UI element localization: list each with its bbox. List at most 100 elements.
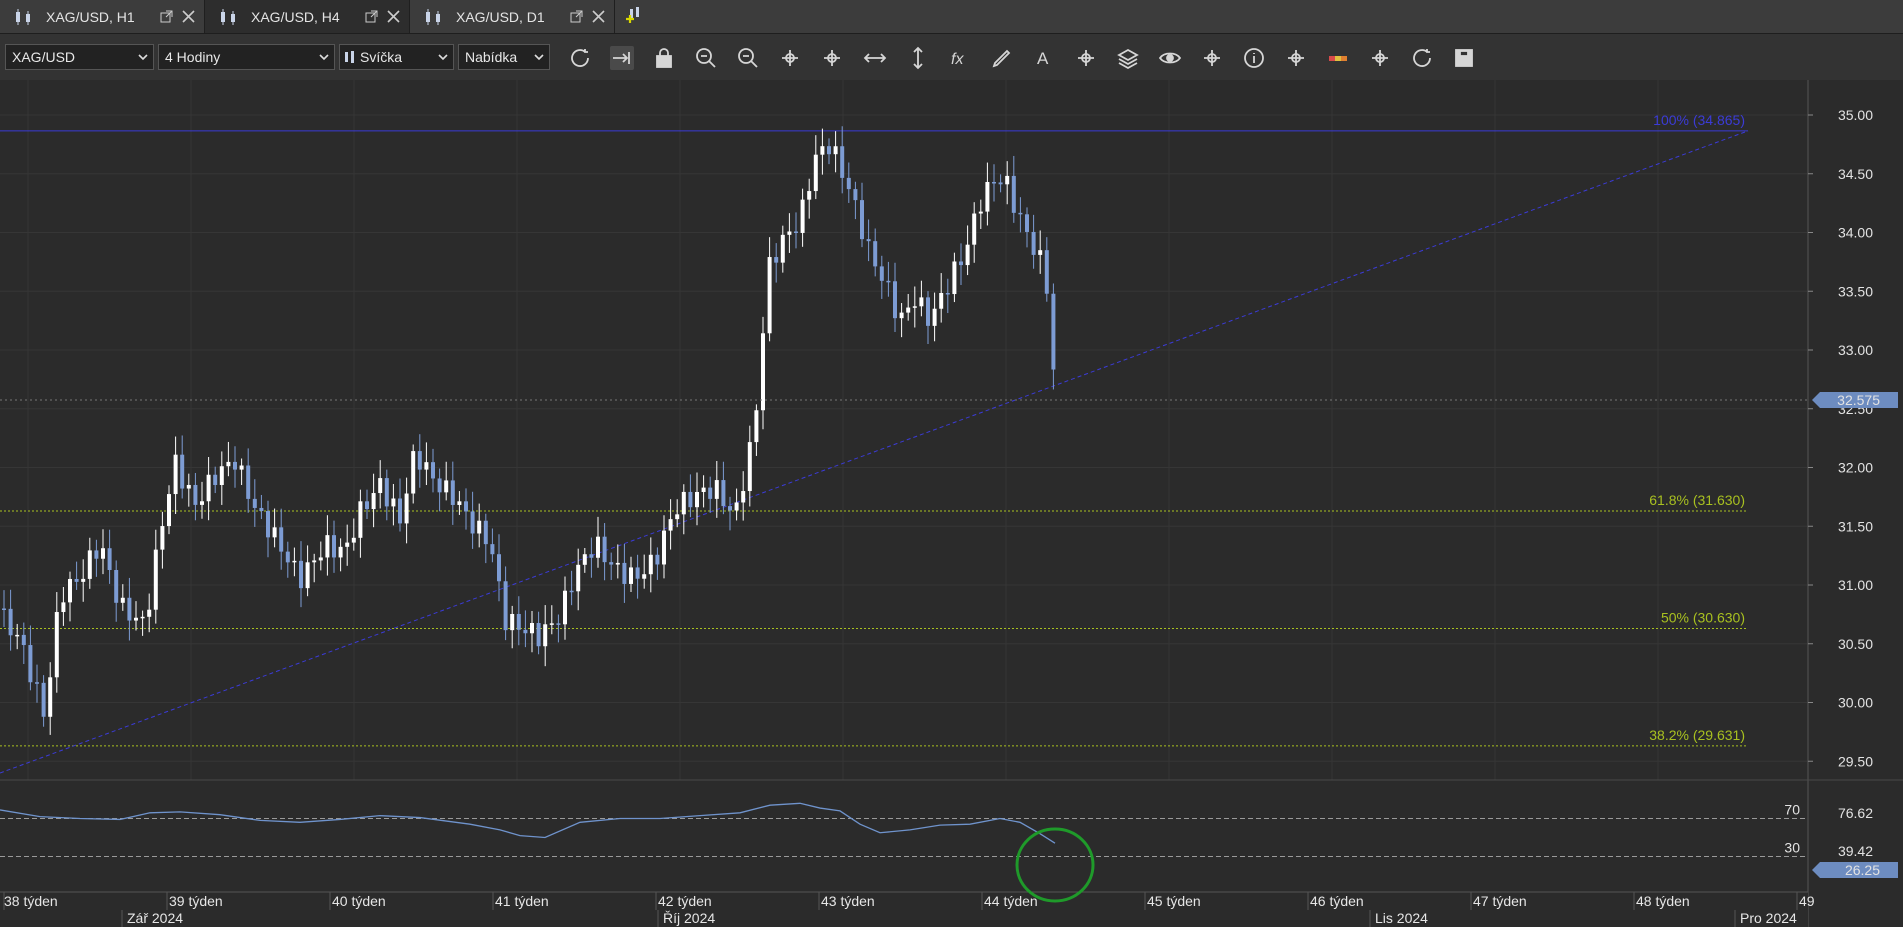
candle-body xyxy=(1025,214,1029,232)
candle-body xyxy=(252,498,257,508)
paint-bucket-icon[interactable] xyxy=(1368,46,1392,70)
candle-body xyxy=(1051,293,1056,370)
candle-body xyxy=(695,491,699,508)
close-icon[interactable] xyxy=(592,10,605,23)
period-value: 4 Hodiny xyxy=(165,49,221,65)
close-icon[interactable] xyxy=(182,10,195,23)
candle-body xyxy=(470,511,475,534)
indicator-icon[interactable] xyxy=(1200,46,1224,70)
price-tick-label: 30.50 xyxy=(1838,636,1873,652)
text-tool-icon[interactable]: A xyxy=(1032,46,1056,70)
chart-area[interactable]: 100% (34.865) 61.8% (31.630) 50% (30.630) 3… xyxy=(0,80,1903,927)
price-tick-label: 29.50 xyxy=(1838,753,1873,769)
period-select[interactable]: 4 Hodiny xyxy=(158,44,335,70)
candle-body xyxy=(959,261,963,266)
redo-icon[interactable] xyxy=(820,46,844,70)
candle-body xyxy=(272,527,277,538)
candle-body xyxy=(318,557,323,561)
candle-body xyxy=(820,146,825,155)
candle-body xyxy=(563,590,567,625)
settings-wheel-icon[interactable] xyxy=(1410,46,1434,70)
close-icon[interactable] xyxy=(387,10,400,23)
candle-body xyxy=(226,461,231,467)
shift-chart-icon[interactable] xyxy=(610,46,634,70)
info-icon[interactable] xyxy=(1242,46,1266,70)
candle-body xyxy=(160,526,165,550)
candle-body xyxy=(747,442,752,492)
week-label: 48 týden xyxy=(1636,893,1690,909)
candle-body xyxy=(186,484,191,489)
price-tick-label: 33.00 xyxy=(1838,342,1873,358)
popout-icon[interactable] xyxy=(160,10,173,23)
candle-body xyxy=(21,634,26,646)
layers-icon[interactable] xyxy=(1116,46,1140,70)
candle-body xyxy=(483,520,488,545)
price-tick-label: 31.00 xyxy=(1838,577,1873,593)
tab-xag-usd-h1[interactable]: XAG/USD, H1 xyxy=(0,0,205,33)
candlestick-icon xyxy=(426,8,440,25)
lock-icon[interactable] xyxy=(652,46,676,70)
candle-body xyxy=(87,550,92,579)
candle-body xyxy=(510,613,515,631)
chart-type-select[interactable]: Svíčka xyxy=(339,44,454,70)
candle-body xyxy=(912,306,917,308)
rsi-tick-label: 39.42 xyxy=(1838,843,1873,859)
refresh-icon[interactable] xyxy=(568,46,592,70)
chart-type-value: Svíčka xyxy=(360,49,403,65)
week-label: 38 týden xyxy=(4,893,58,909)
crosshair-tool-icon[interactable] xyxy=(1074,46,1098,70)
tab-xag-usd-d1[interactable]: XAG/USD, D1 xyxy=(410,0,615,33)
fib-level-label: 38.2% (29.631) xyxy=(1649,727,1745,743)
save-icon[interactable] xyxy=(1452,46,1476,70)
rsi-tick-label: 76.62 xyxy=(1838,805,1873,821)
instrument-select[interactable]: XAG/USD xyxy=(5,44,154,70)
horizontal-resize-icon[interactable] xyxy=(863,46,887,70)
week-label: 44 týden xyxy=(984,893,1038,909)
popout-icon[interactable] xyxy=(570,10,583,23)
candle-body xyxy=(378,478,383,494)
price-tick-label: 32.00 xyxy=(1838,460,1873,476)
candle-body xyxy=(48,677,53,717)
rsi-level-label: 70 xyxy=(1784,802,1800,818)
candle-body xyxy=(457,501,462,505)
candle-body xyxy=(391,498,396,507)
chevron-down-icon xyxy=(138,54,148,61)
svg-text:A: A xyxy=(1037,49,1049,68)
time-axis: 38 týden 39 týden 40 týden 41 týden 42 týden… xyxy=(0,891,1815,927)
zoom-in-icon[interactable] xyxy=(694,46,718,70)
price-tick-label: 34.50 xyxy=(1838,166,1873,182)
candle-body xyxy=(266,510,270,538)
zoom-out-icon[interactable] xyxy=(736,46,760,70)
week-label: 41 týden xyxy=(495,893,549,909)
candle-body xyxy=(879,266,884,281)
candle-body xyxy=(774,257,779,263)
candle-body xyxy=(411,451,416,494)
candle-body xyxy=(398,498,402,524)
month-label: Říj 2024 xyxy=(663,910,715,926)
candle-body xyxy=(351,537,356,543)
candle-body xyxy=(1005,175,1010,185)
eye-icon[interactable] xyxy=(1158,46,1182,70)
candle-body xyxy=(596,536,600,558)
fib-level-label: 61.8% (31.630) xyxy=(1649,492,1745,508)
tab-xag-usd-h4[interactable]: XAG/USD, H4 xyxy=(205,0,410,33)
cursor-icon[interactable] xyxy=(1284,46,1308,70)
candle-body xyxy=(444,480,449,493)
candle-body xyxy=(114,570,119,603)
tab-label: XAG/USD, H4 xyxy=(251,8,340,25)
formula-icon[interactable]: fx xyxy=(948,46,972,70)
candle-body xyxy=(932,308,937,326)
fib-level-label: 50% (30.630) xyxy=(1661,609,1745,625)
price-tick-label: 33.50 xyxy=(1838,283,1873,299)
price-side-select[interactable]: Nabídka xyxy=(458,44,550,70)
vertical-resize-icon[interactable] xyxy=(906,46,930,70)
add-chart-icon[interactable] xyxy=(622,5,644,27)
candle-body xyxy=(233,461,237,470)
undo-icon[interactable] xyxy=(778,46,802,70)
popout-icon[interactable] xyxy=(365,10,378,23)
candle-body xyxy=(285,551,290,563)
candle-body xyxy=(609,562,614,565)
candle-body xyxy=(213,474,218,485)
pencil-icon[interactable] xyxy=(990,46,1014,70)
color-bar-icon[interactable] xyxy=(1326,46,1350,70)
